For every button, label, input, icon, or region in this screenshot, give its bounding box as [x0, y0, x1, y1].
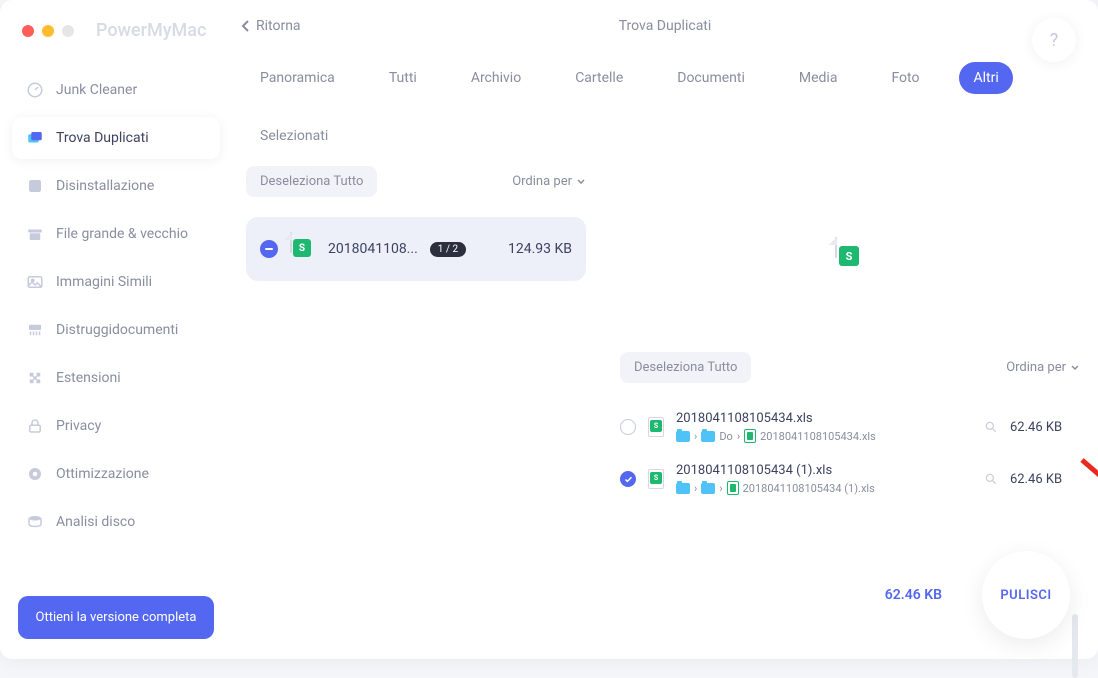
duplicate-group-row[interactable]: S 2018041108... 1 / 2 124.93 KB — [246, 217, 586, 281]
spreadsheet-file-icon: S — [835, 238, 865, 274]
nav-label: Privacy — [56, 418, 101, 434]
box-remove-icon — [26, 177, 44, 195]
select-checkbox-checked[interactable] — [620, 471, 636, 487]
file-row[interactable]: 2018041108105434.xls › Do › 201804110810… — [616, 401, 1084, 453]
sidebar-item-find-duplicates[interactable]: Trova Duplicati — [12, 117, 220, 159]
gauge-icon — [26, 81, 44, 99]
folder-icon — [676, 431, 690, 442]
magnifier-icon[interactable] — [984, 472, 998, 486]
back-label: Ritorna — [256, 18, 301, 34]
spreadsheet-file-icon — [648, 469, 664, 489]
magnifier-icon[interactable] — [984, 420, 998, 434]
minimize-dot[interactable] — [42, 25, 54, 37]
sort-groups-dropdown[interactable]: Ordina per — [512, 174, 586, 189]
folder-icon — [701, 483, 715, 494]
file-size: 62.46 KB — [1010, 472, 1080, 487]
nav-label: Ottimizzazione — [56, 466, 149, 482]
deselect-all-groups-button[interactable]: Deseleziona Tutto — [246, 166, 377, 197]
tab-foto[interactable]: Foto — [877, 62, 933, 94]
file-preview: S — [616, 166, 1084, 346]
clean-button[interactable]: PULISCI — [982, 551, 1070, 639]
nav-label: Analisi disco — [56, 514, 135, 530]
tab-tutti[interactable]: Tutti — [375, 62, 431, 94]
nav-label: File grande & vecchio — [56, 226, 188, 242]
get-full-version-button[interactable]: Ottieni la versione completa — [18, 596, 214, 639]
nav-label: Immagini Simili — [56, 274, 152, 290]
lock-icon — [26, 417, 44, 435]
sidebar-item-shredder[interactable]: Distruggidocumenti — [12, 309, 220, 351]
disk-icon — [26, 513, 44, 531]
folder-icon — [676, 483, 690, 494]
tab-cartelle[interactable]: Cartelle — [561, 62, 637, 94]
chevron-down-icon — [576, 178, 586, 186]
nav-label: Distruggidocumenti — [56, 322, 178, 338]
file-name: 2018041108105434.xls — [676, 411, 972, 426]
chevron-down-icon — [1070, 364, 1080, 372]
select-checkbox-unchecked[interactable] — [620, 419, 636, 435]
puzzle-icon — [26, 369, 44, 387]
spreadsheet-file-icon — [648, 417, 664, 437]
sidebar-item-large-old[interactable]: File grande & vecchio — [12, 213, 220, 255]
tab-altri[interactable]: Altri — [959, 62, 1012, 94]
tab-archivio[interactable]: Archivio — [457, 62, 535, 94]
folder-icon — [701, 431, 715, 442]
tab-media[interactable]: Media — [785, 62, 852, 94]
group-count-badge: 1 / 2 — [430, 242, 466, 257]
window-controls[interactable]: PowerMyMac — [0, 20, 232, 41]
rocket-icon — [26, 465, 44, 483]
nav-label: Estensioni — [56, 370, 121, 386]
nav-label: Disinstallazione — [56, 178, 154, 194]
folder-duplicate-icon — [26, 129, 44, 147]
sidebar-item-junk-cleaner[interactable]: Junk Cleaner — [12, 69, 220, 111]
sidebar-item-uninstall[interactable]: Disinstallazione — [12, 165, 220, 207]
back-button[interactable]: Ritorna — [240, 18, 301, 34]
zoom-dot[interactable] — [62, 25, 74, 37]
sidebar-nav: Junk Cleaner Trova Duplicati Disinstalla… — [0, 69, 232, 584]
spreadsheet-file-icon: S — [290, 233, 316, 265]
archive-icon — [26, 225, 44, 243]
chevron-left-icon — [240, 19, 250, 33]
help-button[interactable]: ? — [1032, 18, 1076, 62]
sidebar-item-disk-analysis[interactable]: Analisi disco — [12, 501, 220, 543]
tab-selezionati[interactable]: Selezionati — [246, 120, 342, 152]
xls-icon — [727, 481, 739, 495]
file-name: 2018041108105434 (1).xls — [676, 463, 972, 478]
partial-select-indicator[interactable] — [260, 240, 278, 258]
tab-documenti[interactable]: Documenti — [663, 62, 759, 94]
shredder-icon — [26, 321, 44, 339]
file-size: 62.46 KB — [1010, 420, 1080, 435]
file-path: › › 2018041108105434 (1).xls — [676, 481, 972, 495]
sidebar-item-similar-images[interactable]: Immagini Simili — [12, 261, 220, 303]
nav-label: Trova Duplicati — [56, 130, 149, 146]
scrollbar[interactable] — [1072, 614, 1078, 678]
tab-panoramica[interactable]: Panoramica — [246, 62, 349, 94]
duplicate-file-list: 2018041108105434.xls › Do › 201804110810… — [616, 401, 1084, 505]
group-size: 124.93 KB — [508, 241, 572, 257]
sidebar-item-optimize[interactable]: Ottimizzazione — [12, 453, 220, 495]
file-row[interactable]: 2018041108105434 (1).xls › › 20180411081… — [616, 453, 1084, 505]
xls-icon — [744, 429, 756, 443]
group-name: 2018041108... — [328, 241, 418, 257]
deselect-all-files-button[interactable]: Deseleziona Tutto — [620, 352, 751, 383]
brand-label: PowerMyMac — [96, 20, 206, 41]
sidebar-item-privacy[interactable]: Privacy — [12, 405, 220, 447]
filter-tabs: Panoramica Tutti Archivio Cartelle Docum… — [232, 44, 1098, 166]
image-icon — [26, 273, 44, 291]
file-path: › Do › 2018041108105434.xls — [676, 429, 972, 443]
total-selected-size: 62.46 KB — [885, 587, 942, 603]
sidebar-item-extensions[interactable]: Estensioni — [12, 357, 220, 399]
nav-label: Junk Cleaner — [56, 82, 137, 98]
page-title: Trova Duplicati — [619, 18, 712, 34]
sort-files-dropdown[interactable]: Ordina per — [1006, 360, 1080, 375]
sort-label: Ordina per — [512, 174, 572, 189]
sort-label: Ordina per — [1006, 360, 1066, 375]
close-dot[interactable] — [22, 25, 34, 37]
